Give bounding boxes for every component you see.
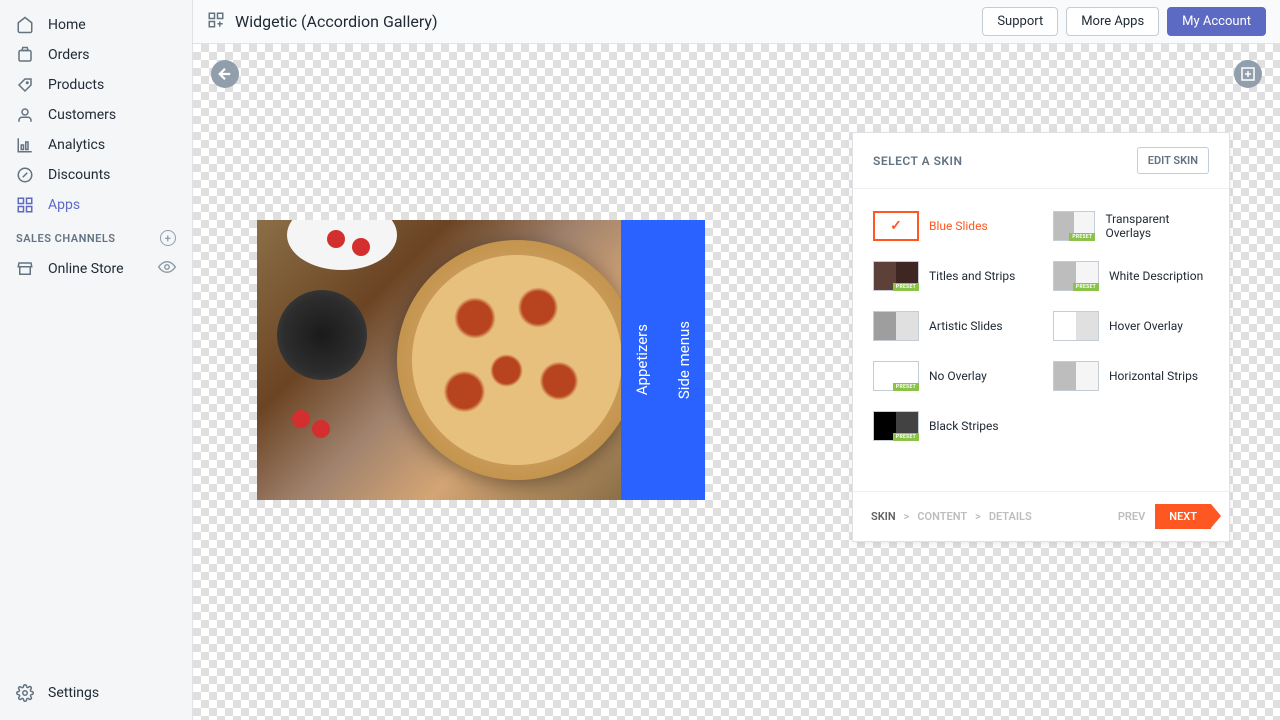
orders-icon xyxy=(16,46,34,64)
next-button[interactable]: NEXT xyxy=(1155,504,1211,529)
home-icon xyxy=(16,16,34,34)
main-area: Widgetic (Accordion Gallery) Support Mor… xyxy=(192,0,1280,720)
panel-header: SELECT A SKIN EDIT SKIN xyxy=(853,133,1229,189)
nav-settings[interactable]: Settings xyxy=(0,678,192,708)
tag-icon xyxy=(16,76,34,94)
app-title: Widgetic (Accordion Gallery) xyxy=(207,11,438,33)
panel-title: SELECT A SKIN xyxy=(873,154,962,168)
preview-image[interactable] xyxy=(257,220,621,500)
skin-label: White Description xyxy=(1109,269,1203,283)
skin-panel: SELECT A SKIN EDIT SKIN ✓ Blue Slides PRES… xyxy=(852,132,1230,542)
accordion-slide-side-menus[interactable]: Side menus xyxy=(663,220,705,500)
nav-apps[interactable]: Apps xyxy=(0,190,192,220)
nav-label: Products xyxy=(48,77,104,93)
user-icon xyxy=(16,106,34,124)
back-button[interactable] xyxy=(211,60,239,88)
skin-option[interactable]: PRESET Titles and Strips xyxy=(861,251,1041,301)
skin-label: No Overlay xyxy=(929,369,987,383)
nav-label: Customers xyxy=(48,107,116,123)
breadcrumb: SKIN > CONTENT > DETAILS xyxy=(871,510,1032,523)
nav-products[interactable]: Products xyxy=(0,70,192,100)
skin-label: Black Stripes xyxy=(929,419,999,433)
crumb-sep: > xyxy=(904,510,910,523)
skin-label: Titles and Strips xyxy=(929,269,1015,283)
skin-thumb: PRESET xyxy=(1053,211,1095,241)
apps-icon xyxy=(16,196,34,214)
sales-channels-header: SALES CHANNELS + xyxy=(0,220,192,252)
nav-label: Analytics xyxy=(48,137,105,153)
crumb-content[interactable]: CONTENT xyxy=(917,510,967,523)
slide-label: Side menus xyxy=(675,321,693,399)
discount-icon xyxy=(16,166,34,184)
sidebar: Home Orders Products Customers Analytics… xyxy=(0,0,192,720)
analytics-icon xyxy=(16,136,34,154)
skin-thumb: PRESET xyxy=(873,261,919,291)
skin-option[interactable]: PRESET White Description xyxy=(1041,251,1221,301)
skin-option[interactable]: PRESET Black Stripes xyxy=(861,401,1041,451)
add-channel-icon[interactable]: + xyxy=(160,230,176,246)
skin-thumb xyxy=(1053,311,1099,341)
skin-option[interactable]: ✓ Blue Slides xyxy=(861,201,1041,251)
eye-icon[interactable] xyxy=(158,258,176,280)
expand-button[interactable] xyxy=(1234,60,1262,88)
prev-button[interactable]: PREV xyxy=(1118,510,1145,523)
nav-label: Orders xyxy=(48,47,90,63)
nav-home[interactable]: Home xyxy=(0,10,192,40)
nav-orders[interactable]: Orders xyxy=(0,40,192,70)
skin-label: Horizontal Strips xyxy=(1109,369,1198,383)
nav-online-store[interactable]: Online Store xyxy=(0,252,192,286)
nav-label: Discounts xyxy=(48,167,110,183)
skin-label: Hover Overlay xyxy=(1109,319,1183,333)
section-label-text: SALES CHANNELS xyxy=(16,232,116,245)
crumb-sep: > xyxy=(975,510,981,523)
nav-label: Settings xyxy=(48,685,99,701)
skin-option[interactable]: Horizontal Strips xyxy=(1041,351,1221,401)
skins-grid: ✓Blue SlidesPRESETTransparent OverlaysPR… xyxy=(853,189,1229,491)
crumb-details[interactable]: DETAILS xyxy=(989,510,1032,523)
topbar-actions: Support More Apps My Account xyxy=(982,7,1266,36)
skin-option[interactable]: Hover Overlay xyxy=(1041,301,1221,351)
skin-label: Artistic Slides xyxy=(929,319,1003,333)
store-icon xyxy=(16,260,34,278)
skin-thumb xyxy=(1053,361,1099,391)
my-account-button[interactable]: My Account xyxy=(1167,7,1266,36)
skin-thumb: PRESET xyxy=(873,361,919,391)
skin-option[interactable]: PRESET Transparent Overlays xyxy=(1041,201,1221,251)
slide-label: Appetizers xyxy=(633,324,651,395)
gear-icon xyxy=(16,684,34,702)
nav-label: Home xyxy=(48,17,86,33)
skin-label: Transparent Overlays xyxy=(1105,212,1209,240)
nav-analytics[interactable]: Analytics xyxy=(0,130,192,160)
nav-discounts[interactable]: Discounts xyxy=(0,160,192,190)
skin-thumb xyxy=(873,311,919,341)
skin-thumb: ✓ xyxy=(873,211,919,241)
skin-thumb: PRESET xyxy=(873,411,919,441)
app-title-text: Widgetic (Accordion Gallery) xyxy=(235,12,438,31)
panel-footer: SKIN > CONTENT > DETAILS PREV NEXT xyxy=(853,491,1229,541)
nav-customers[interactable]: Customers xyxy=(0,100,192,130)
canvas: Appetizers Side menus SELECT A SKIN EDIT… xyxy=(193,44,1280,720)
skin-option[interactable]: Artistic Slides xyxy=(861,301,1041,351)
accordion-slide-appetizers[interactable]: Appetizers xyxy=(621,220,663,500)
topbar: Widgetic (Accordion Gallery) Support Mor… xyxy=(193,0,1280,44)
footer-nav: PREV NEXT xyxy=(1118,504,1211,529)
accordion-preview: Appetizers Side menus xyxy=(257,220,705,500)
support-button[interactable]: Support xyxy=(982,7,1058,36)
skin-option[interactable]: PRESET No Overlay xyxy=(861,351,1041,401)
more-apps-button[interactable]: More Apps xyxy=(1066,7,1159,36)
skin-thumb: PRESET xyxy=(1053,261,1099,291)
app-icon xyxy=(207,11,225,33)
nav-label: Online Store xyxy=(48,261,124,277)
skin-label: Blue Slides xyxy=(929,219,988,233)
crumb-skin[interactable]: SKIN xyxy=(871,510,896,523)
edit-skin-button[interactable]: EDIT SKIN xyxy=(1137,147,1209,174)
nav-label: Apps xyxy=(48,197,80,213)
